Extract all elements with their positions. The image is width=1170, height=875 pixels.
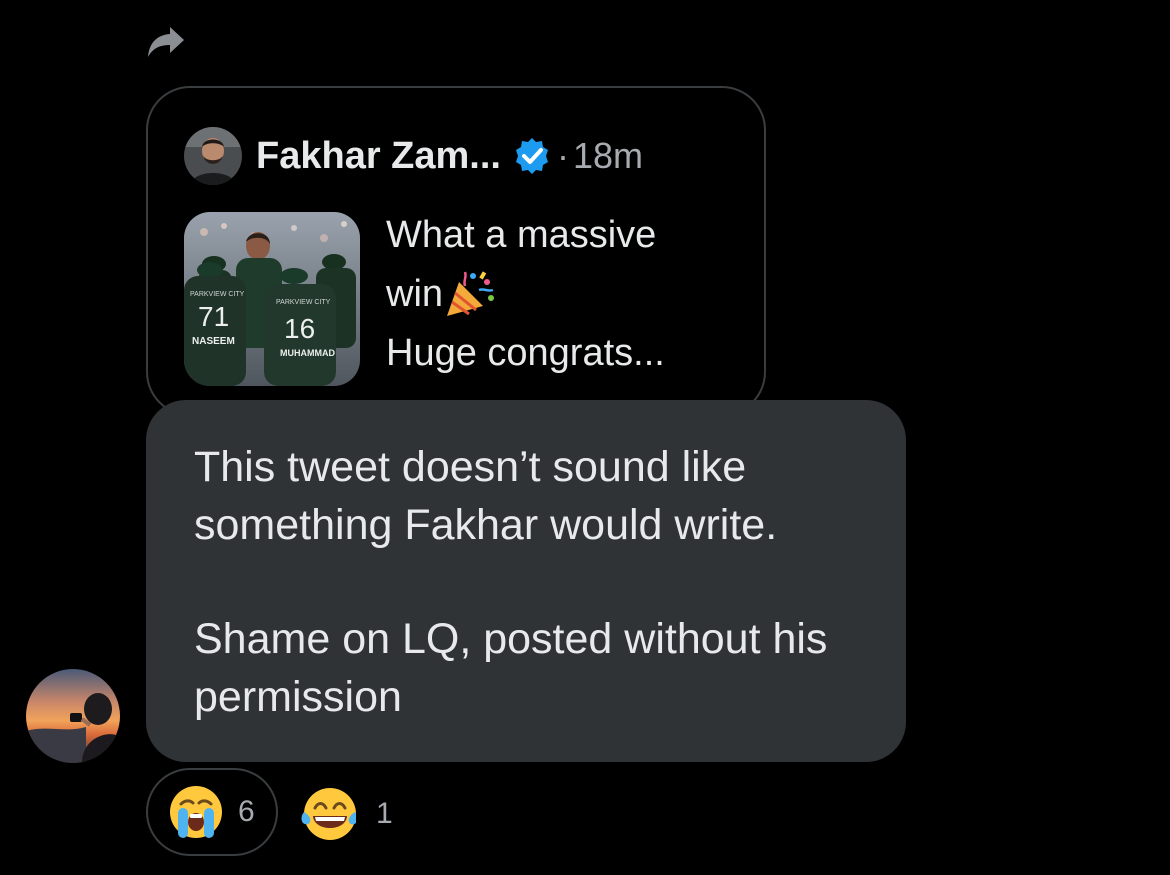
message-bubble[interactable]: This tweet doesn’t sound like something … (146, 400, 906, 762)
tweet-text-word: win (386, 273, 444, 315)
party-popper-icon (447, 271, 495, 316)
reaction-crying-face[interactable]: 6 (146, 768, 278, 856)
jersey-name-2: MUHAMMAD (280, 348, 335, 358)
tweet-text-line-1: What a massive (386, 214, 657, 256)
jersey-number-2: 16 (284, 313, 315, 344)
jersey-brand-2: PARKVIEW CITY (276, 299, 331, 306)
quoted-tweet-card[interactable]: Fakhar Zam... · 18m PARKVIEW CITY 71 NAS… (146, 86, 766, 416)
message-paragraph-2: Shame on LQ, posted without his permissi… (194, 615, 828, 721)
quoted-tweet-header: Fakhar Zam... · 18m (184, 126, 643, 186)
reaction-tears-of-joy[interactable]: 1 (300, 784, 393, 844)
jersey-brand-1: PARKVIEW CITY (190, 291, 245, 298)
tweet-media-thumbnail[interactable]: PARKVIEW CITY 71 NASEEM PARKVIEW CITY 16… (184, 212, 360, 386)
author-avatar[interactable] (184, 127, 242, 185)
tweet-text-line-3: Huge congrats... (386, 332, 665, 374)
tweet-timestamp: 18m (572, 135, 644, 176)
loudly-crying-face-icon (170, 786, 222, 838)
message-paragraph-1: This tweet doesn’t sound like something … (194, 443, 778, 549)
share-arrow-icon (148, 27, 184, 57)
dm-conversation: Fakhar Zam... · 18m PARKVIEW CITY 71 NAS… (0, 0, 1170, 875)
jersey-number-1: 71 (198, 301, 229, 332)
verified-badge-icon (515, 138, 548, 174)
separator-dot: · (556, 135, 569, 176)
sender-avatar[interactable] (26, 669, 120, 763)
face-with-tears-of-joy-icon (301, 788, 356, 840)
share-button[interactable] (146, 24, 186, 60)
quoted-tweet-text: What a massive win Huge congrats... (386, 206, 746, 383)
tweet-text-line-2: win (386, 265, 746, 324)
reaction-count: 6 (238, 795, 255, 828)
jersey-name-1: NASEEM (192, 336, 235, 347)
author-name[interactable]: Fakhar Zam... (256, 135, 501, 178)
reaction-count: 1 (376, 797, 393, 830)
